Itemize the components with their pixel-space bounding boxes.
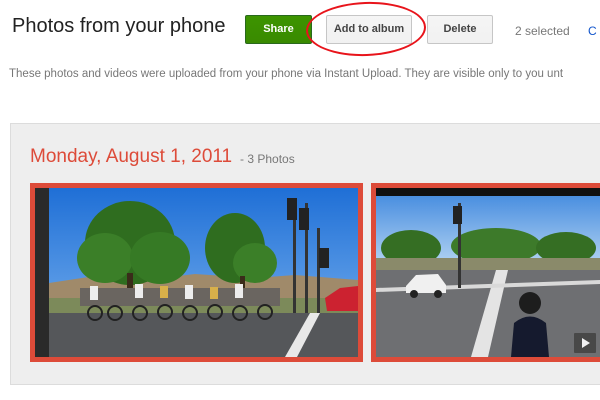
photo-image xyxy=(35,188,358,357)
video-thumbnail-2[interactable] xyxy=(371,183,600,362)
page-title: Photos from your phone xyxy=(12,15,226,37)
play-icon[interactable] xyxy=(574,333,596,353)
delete-button[interactable]: Delete xyxy=(427,15,493,44)
selection-count: 2 selected xyxy=(515,24,570,38)
share-button[interactable]: Share xyxy=(245,15,312,44)
video-image xyxy=(376,188,600,357)
annotation-circle xyxy=(305,0,427,59)
info-text: These photos and videos were uploaded fr… xyxy=(9,68,564,80)
clear-selection-link[interactable]: C xyxy=(588,24,600,38)
group-date-heading: Monday, August 1, 2011 xyxy=(30,146,233,167)
photo-thumbnail-1[interactable] xyxy=(30,183,363,362)
group-photo-count: - 3 Photos xyxy=(240,152,295,166)
